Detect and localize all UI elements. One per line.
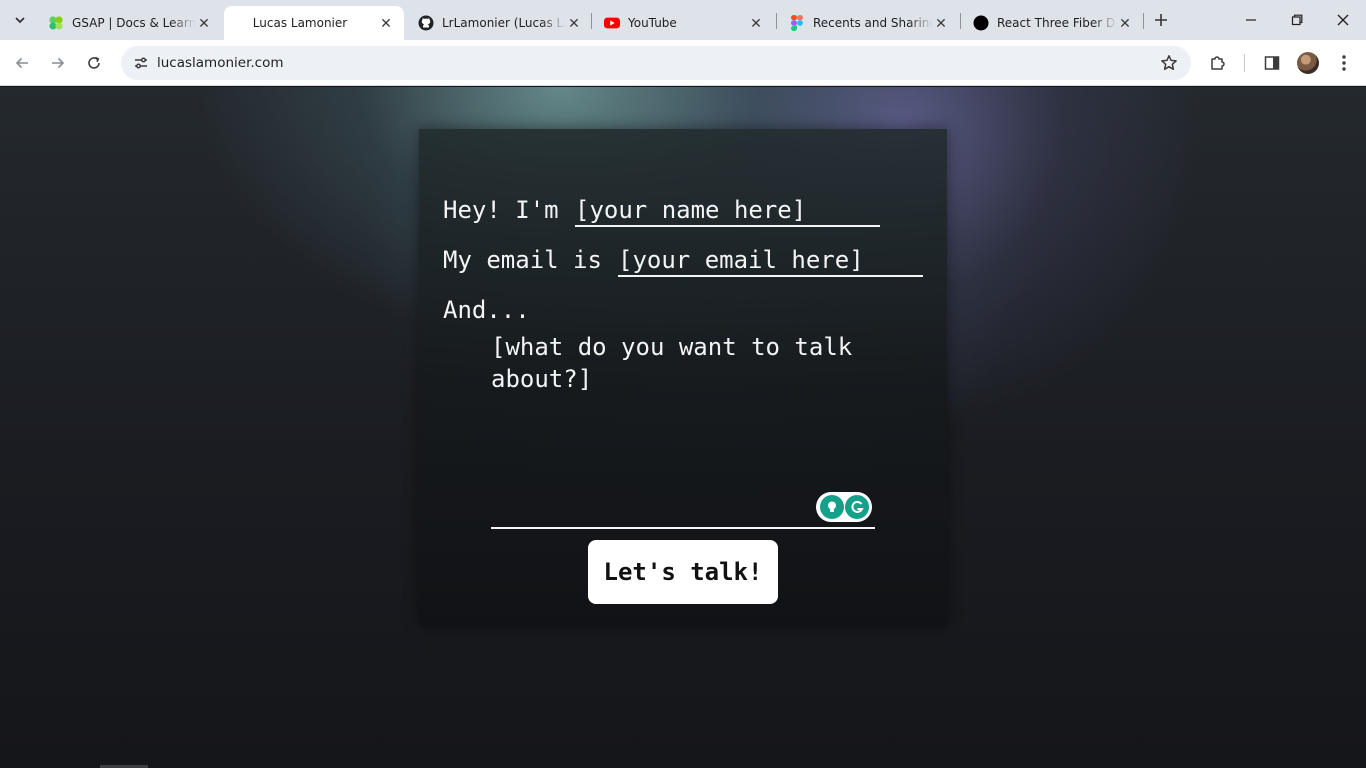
restore-icon <box>1291 14 1303 26</box>
url-text[interactable]: lucaslamonier.com <box>157 55 284 71</box>
arrow-left-icon <box>15 57 28 69</box>
email-input[interactable]: [your email here] <box>618 246 923 277</box>
tab-title: GSAP | Docs & Learning <box>72 16 196 30</box>
figma-icon <box>789 15 805 31</box>
name-input[interactable]: [your name here] <box>575 196 880 227</box>
grammarly-widget[interactable] <box>816 492 872 522</box>
kebab-menu-icon <box>1342 55 1346 71</box>
restore-button[interactable] <box>1274 0 1320 40</box>
toolbar-divider <box>1244 54 1245 72</box>
close-icon[interactable]: ✕ <box>196 15 212 31</box>
plus-icon <box>1155 14 1167 26</box>
message-prefix: And... <box>443 296 530 324</box>
puzzle-icon <box>1211 56 1225 70</box>
side-panel-button[interactable] <box>1260 51 1284 75</box>
tab-title: Lucas Lamonier <box>252 16 348 30</box>
github-icon <box>418 15 434 31</box>
menu-button[interactable] <box>1332 51 1356 75</box>
page-content: Hey! I'm [your name here] My email is [y… <box>0 87 1366 768</box>
tab-youtube[interactable]: YouTube ✕ <box>592 6 774 40</box>
minimize-button[interactable] <box>1228 0 1274 40</box>
profile-avatar[interactable] <box>1297 52 1319 74</box>
chevron-down-icon <box>15 17 25 24</box>
close-icon <box>1337 14 1349 26</box>
contact-form: Hey! I'm [your name here] My email is [y… <box>419 129 947 626</box>
tab-figma[interactable]: Recents and Sharing ✕ <box>777 6 959 40</box>
message-placeholder: [what do you want to talk about?] <box>491 333 853 393</box>
name-prefix: Hey! I'm <box>443 196 559 224</box>
tab-r3f[interactable]: React Three Fiber Documentation ✕ <box>961 6 1143 40</box>
lightbulb-icon[interactable] <box>819 495 844 519</box>
message-textarea[interactable]: [what do you want to talk about?] <box>491 331 875 529</box>
tab-title: LrLamonier (Lucas Lamonier) <box>442 16 566 30</box>
tab-github[interactable]: LrLamonier (Lucas Lamonier) ✕ <box>406 6 592 40</box>
extensions-button[interactable] <box>1206 51 1230 75</box>
r3f-icon <box>973 15 989 31</box>
tab-title: React Three Fiber Documentation <box>997 16 1117 30</box>
forward-button[interactable] <box>44 49 72 77</box>
close-icon[interactable]: ✕ <box>933 15 949 31</box>
tab-gsap[interactable]: GSAP | Docs & Learning ✕ <box>36 6 222 40</box>
star-icon[interactable] <box>1159 53 1179 73</box>
tab-strip: GSAP | Docs & Learning ✕ Lucas Lamonier … <box>0 0 1366 40</box>
window-close-button[interactable] <box>1320 0 1366 40</box>
youtube-icon <box>604 15 620 31</box>
gsap-icon <box>48 15 64 31</box>
reload-button[interactable] <box>80 49 108 77</box>
site-info-icon[interactable] <box>129 51 153 75</box>
tab-separator <box>1143 13 1144 29</box>
grammarly-icon[interactable] <box>844 495 869 519</box>
close-icon[interactable]: ✕ <box>1117 15 1133 31</box>
lets-talk-button[interactable]: Let's talk! <box>588 540 778 604</box>
arrow-right-icon <box>52 57 65 69</box>
minimize-icon <box>1246 19 1256 21</box>
tab-search-button[interactable] <box>8 8 32 32</box>
close-icon[interactable]: ✕ <box>748 15 764 31</box>
tab-lucas-lamonier[interactable]: Lucas Lamonier ✕ <box>224 6 404 40</box>
side-panel-icon <box>1264 56 1280 70</box>
close-icon[interactable]: ✕ <box>378 15 394 31</box>
reload-icon <box>88 56 100 69</box>
close-icon[interactable]: ✕ <box>566 15 582 31</box>
tab-title: YouTube <box>628 16 677 30</box>
new-tab-button[interactable] <box>1150 8 1172 32</box>
back-button[interactable] <box>8 49 36 77</box>
tab-title: Recents and Sharing <box>813 16 933 30</box>
address-bar[interactable]: lucaslamonier.com <box>121 46 1191 80</box>
browser-toolbar: lucaslamonier.com <box>0 40 1366 86</box>
email-prefix: My email is <box>443 246 602 274</box>
